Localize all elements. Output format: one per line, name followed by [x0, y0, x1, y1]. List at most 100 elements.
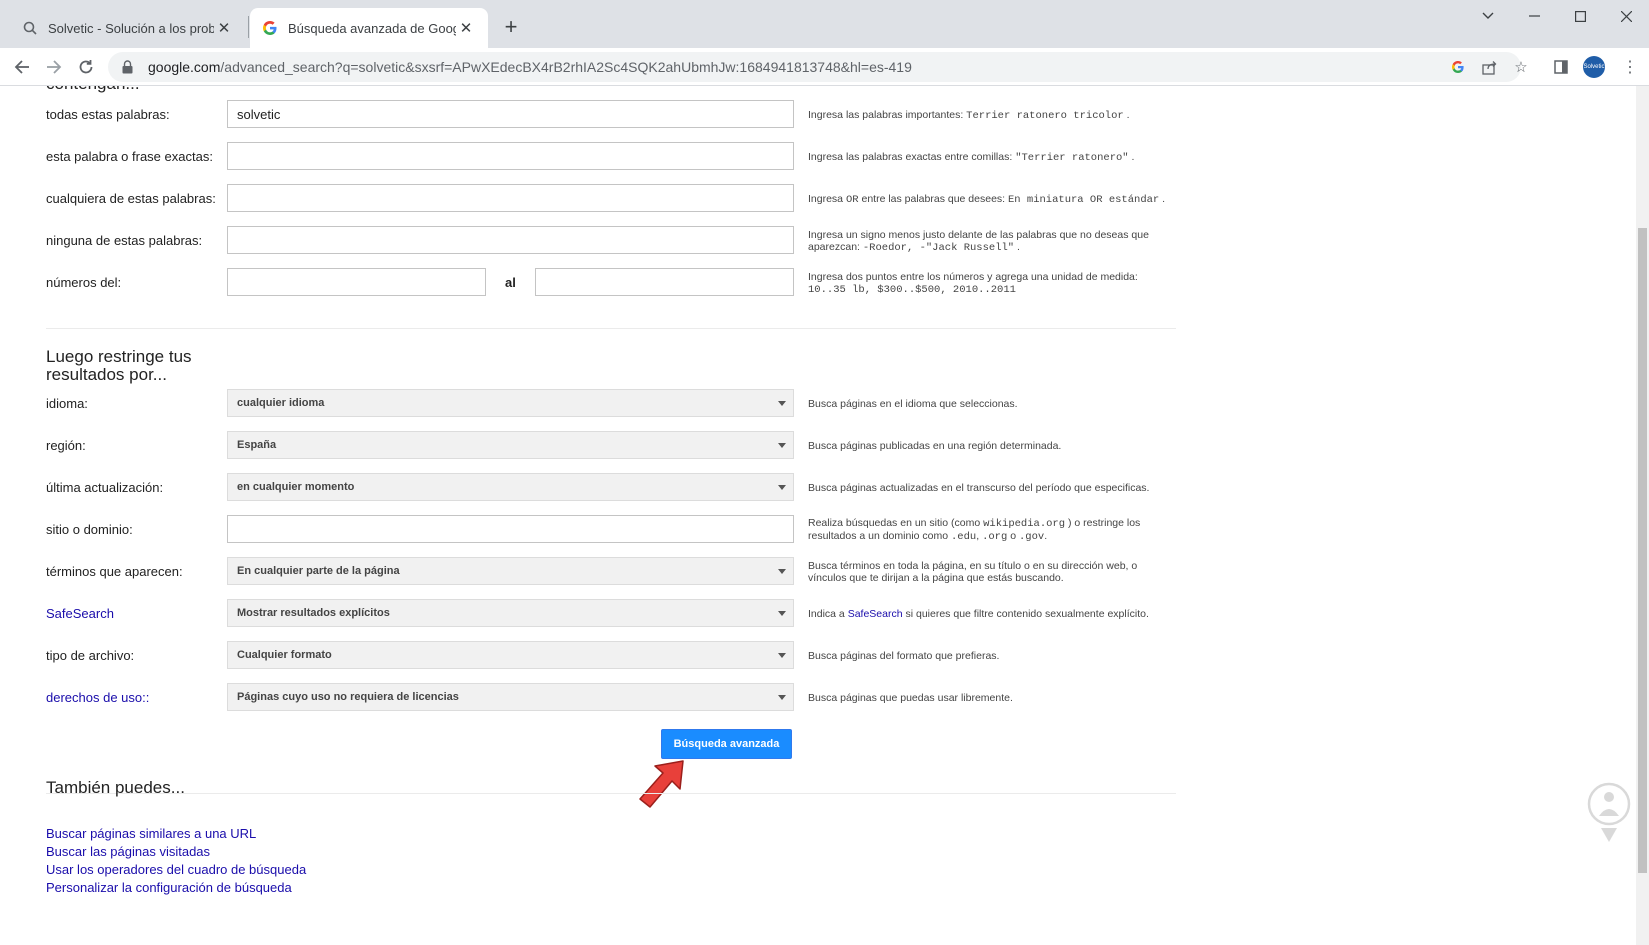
select-value: en cualquier momento	[237, 481, 355, 493]
section-divider	[46, 328, 1176, 329]
back-arrow-icon[interactable]	[8, 53, 36, 81]
safesearch-link[interactable]: SafeSearch	[46, 606, 114, 621]
dropdown-arrow-icon	[778, 611, 786, 616]
file-type-select[interactable]: Cualquier formato	[227, 641, 794, 669]
page-scrollbar[interactable]	[1636, 86, 1649, 945]
new-tab-icon[interactable]: +	[498, 14, 524, 40]
hint-text: entre las palabras que desees:	[858, 193, 1008, 205]
link-search-operators[interactable]: Usar los operadores del cuadro de búsque…	[46, 862, 306, 877]
numbers-from-input[interactable]	[227, 268, 486, 296]
bookmark-star-icon[interactable]: ☆	[1511, 57, 1531, 77]
profile-avatar[interactable]: Solvetic	[1583, 56, 1605, 78]
usage-rights-link[interactable]: derechos de uso:	[46, 690, 146, 705]
restrict-title-line1: Luego restringe tus	[46, 347, 192, 366]
also-title: También puedes...	[46, 778, 185, 797]
link-search-settings[interactable]: Personalizar la configuración de búsqued…	[46, 880, 292, 895]
hint-example: .gov	[1018, 531, 1045, 543]
browser-toolbar: google.com/advanced_search?q=solvetic&sx…	[0, 48, 1649, 86]
share-icon[interactable]	[1479, 57, 1499, 77]
google-favicon-icon	[262, 20, 278, 36]
dropdown-arrow-icon	[778, 443, 786, 448]
maximize-icon[interactable]	[1557, 0, 1603, 32]
any-words-hint: Ingresa OR entre las palabras que desees…	[808, 193, 1178, 206]
close-tab-icon[interactable]: ✕	[456, 18, 476, 38]
hint-example: .edu	[951, 531, 977, 543]
hint-text: Realiza búsquedas en un sitio (como	[808, 517, 984, 529]
url-path: /advanced_search?q=solvetic&sxsrf=APwXEd…	[220, 59, 912, 75]
hint-text: Ingresa	[808, 193, 846, 205]
usage-rights-label: derechos de uso::	[46, 690, 149, 705]
region-label: región:	[46, 438, 86, 453]
none-words-input[interactable]	[227, 226, 794, 254]
advanced-search-button[interactable]: Búsqueda avanzada	[661, 729, 792, 759]
language-select[interactable]: cualquier idioma	[227, 389, 794, 417]
site-label: sitio o dominio:	[46, 522, 133, 537]
exact-phrase-input[interactable]	[227, 142, 794, 170]
side-panel-icon[interactable]	[1551, 57, 1571, 77]
hint-example: "Terrier ratonero"	[1015, 152, 1129, 164]
hint-end: .	[1123, 109, 1130, 121]
lock-icon	[122, 60, 136, 74]
minimize-icon[interactable]	[1511, 0, 1557, 32]
tab-search-chevron-icon[interactable]	[1465, 0, 1511, 32]
scrollbar-thumb[interactable]	[1638, 228, 1647, 873]
section-heading-partial: contengan...	[46, 86, 140, 94]
terms-appear-select[interactable]: En cualquier parte de la página	[227, 557, 794, 585]
reload-icon[interactable]	[72, 53, 100, 81]
select-value: Páginas cuyo uso no requiera de licencia…	[237, 691, 459, 703]
hint-end: .	[1014, 241, 1020, 253]
hint-text: Ingresa dos puntos entre los números y a…	[808, 271, 1138, 283]
usage-rights-hint: Busca páginas que puedas usar libremente…	[808, 692, 1013, 704]
link-visited-pages[interactable]: Buscar las páginas visitadas	[46, 844, 210, 859]
hint-operator: OR	[845, 194, 859, 206]
solvetic-watermark-logo	[1587, 782, 1631, 842]
dropdown-arrow-icon	[778, 569, 786, 574]
last-update-select[interactable]: en cualquier momento	[227, 473, 794, 501]
hint-end: .	[1044, 530, 1048, 542]
file-type-label: tipo de archivo:	[46, 648, 135, 663]
safesearch-hint-link[interactable]: SafeSearch	[848, 608, 903, 620]
hint-example: wikipedia.org	[983, 518, 1066, 530]
dropdown-arrow-icon	[778, 653, 786, 658]
last-update-hint: Busca páginas actualizadas en el transcu…	[808, 482, 1150, 494]
hint-text: Ingresa las palabras importantes:	[808, 109, 967, 121]
all-words-label: todas estas palabras:	[46, 107, 170, 122]
close-window-icon[interactable]	[1603, 0, 1649, 32]
site-input[interactable]	[227, 515, 794, 543]
restrict-title-line2: resultados por...	[46, 365, 167, 384]
hint-text: si quieres que filtre contenido sexualme…	[902, 608, 1149, 620]
advanced-search-page: contengan... todas estas palabras: Ingre…	[0, 86, 1636, 945]
hint-text: o	[1007, 530, 1019, 542]
hint-end: .	[1159, 193, 1166, 205]
hint-text: Ingresa las palabras exactas entre comil…	[808, 151, 1016, 163]
more-menu-icon[interactable]: ⋮	[1620, 57, 1640, 77]
dropdown-arrow-icon	[778, 401, 786, 406]
site-hint: Realiza búsquedas en un sitio (como wiki…	[808, 517, 1178, 543]
section-divider	[46, 793, 1176, 794]
any-words-input[interactable]	[227, 184, 794, 212]
tab-google-advanced[interactable]: Búsqueda avanzada de Google ✕	[250, 8, 488, 48]
address-bar[interactable]: google.com/advanced_search?q=solvetic&sx…	[108, 52, 1521, 82]
last-update-label: última actualización:	[46, 480, 164, 495]
usage-rights-select[interactable]: Páginas cuyo uso no requiera de licencia…	[227, 683, 794, 711]
safesearch-hint: Indica a SafeSearch si quieres que filtr…	[808, 608, 1178, 620]
file-type-hint: Busca páginas del formato que prefieras.	[808, 650, 1000, 662]
hint-example: Terrier ratonero tricolor	[966, 110, 1124, 122]
exact-phrase-label: esta palabra o frase exactas:	[46, 149, 213, 164]
numbers-label: números del:	[46, 275, 122, 290]
all-words-input[interactable]	[227, 100, 794, 128]
google-lens-icon[interactable]	[1448, 57, 1468, 77]
region-select[interactable]: España	[227, 431, 794, 459]
numbers-hint: Ingresa dos puntos entre los números y a…	[808, 271, 1178, 296]
language-label: idioma:	[46, 396, 88, 411]
numbers-to-input[interactable]	[535, 268, 794, 296]
url-text: google.com/advanced_search?q=solvetic&sx…	[148, 59, 912, 75]
tab-solvetic[interactable]: Solvetic - Solución a los problem ✕	[10, 8, 246, 48]
forward-arrow-icon[interactable]	[40, 53, 68, 81]
hint-example: En miniatura OR estándar	[1008, 194, 1160, 206]
safesearch-select[interactable]: Mostrar resultados explícitos	[227, 599, 794, 627]
none-words-hint: Ingresa un signo menos justo delante de …	[808, 229, 1178, 254]
link-similar-pages[interactable]: Buscar páginas similares a una URL	[46, 826, 256, 841]
close-tab-icon[interactable]: ✕	[214, 18, 234, 38]
hint-example: -Roedor, -"Jack Russell"	[862, 242, 1015, 254]
